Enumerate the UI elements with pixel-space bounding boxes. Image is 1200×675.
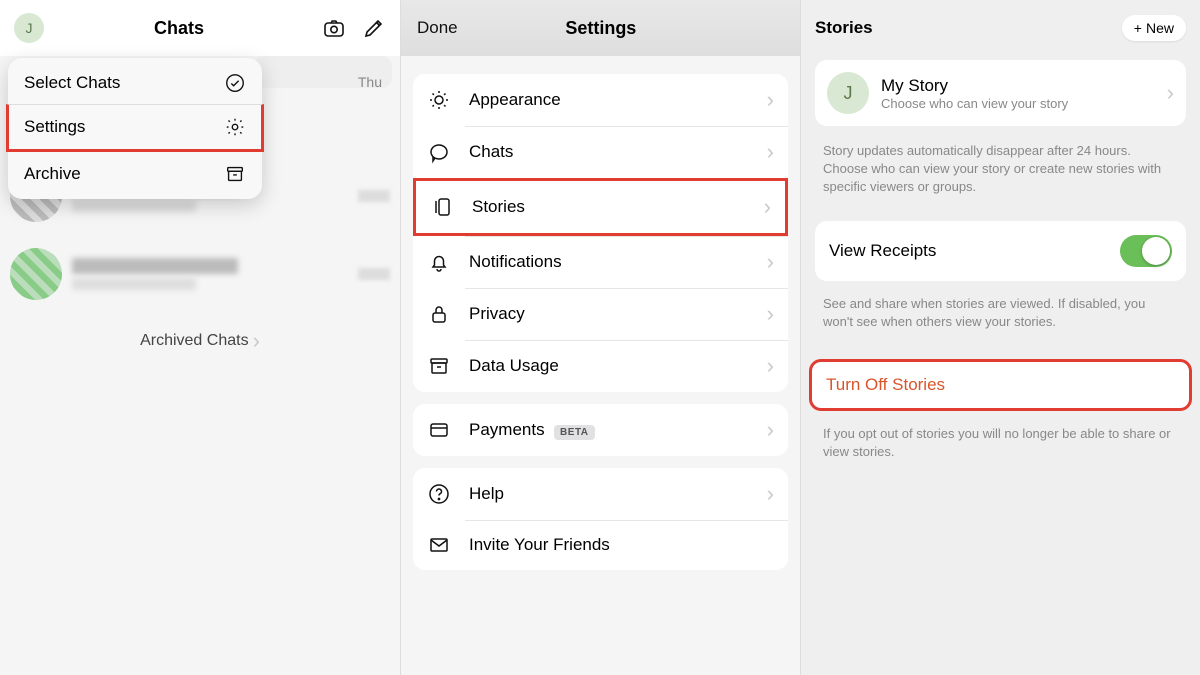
gear-icon [224, 116, 246, 138]
chats-header: J Chats [0, 0, 400, 56]
chats-pane: J Chats Select Chats Settings Archive [0, 0, 400, 675]
camera-icon[interactable] [322, 16, 346, 40]
row-appearance[interactable]: Appearance › [413, 74, 788, 126]
row-label: Invite Your Friends [469, 535, 774, 555]
settings-pane: Done Settings Appearance › Chats › Stori… [400, 0, 800, 675]
archive-icon [427, 354, 451, 378]
my-story-sub: Choose who can view your story [881, 96, 1155, 111]
stories-icon [430, 195, 454, 219]
chevron-right-icon: › [1167, 80, 1174, 106]
turn-off-label: Turn Off Stories [826, 375, 1175, 395]
stories-title: Stories [815, 18, 873, 38]
chat-preview-blurred [72, 278, 196, 290]
row-label: Data Usage [469, 356, 749, 376]
row-chats[interactable]: Chats › [413, 126, 788, 178]
view-receipts-row: View Receipts [815, 221, 1186, 281]
my-story-row[interactable]: J My Story Choose who can view your stor… [815, 60, 1186, 126]
chevron-right-icon: › [253, 328, 260, 354]
stories-settings-pane: Stories + New J My Story Choose who can … [800, 0, 1200, 675]
new-label: New [1146, 20, 1174, 36]
row-notifications[interactable]: Notifications › [413, 236, 788, 288]
chat-time-blurred [358, 268, 390, 280]
row-label: Help [469, 484, 749, 504]
chat-name-blurred [72, 258, 238, 274]
chevron-right-icon: › [767, 249, 774, 275]
settings-header: Done Settings [401, 0, 800, 56]
stories-helper-2: See and share when stories are viewed. I… [801, 289, 1200, 347]
settings-group-1: Appearance › Chats › Stories › Notificat… [413, 74, 788, 392]
menu-label: Settings [24, 117, 85, 137]
row-label: Payments BETA [469, 420, 749, 440]
new-story-button[interactable]: + New [1122, 15, 1186, 41]
chat-time-blurred [358, 190, 390, 202]
mail-icon [427, 533, 451, 557]
row-help[interactable]: Help › [413, 468, 788, 520]
chevron-right-icon: › [767, 481, 774, 507]
view-receipts-label: View Receipts [829, 241, 936, 261]
row-label: Appearance [469, 90, 749, 110]
my-story-avatar: J [827, 72, 869, 114]
chevron-right-icon: › [767, 301, 774, 327]
row-label: Stories [472, 197, 746, 217]
chats-title: Chats [36, 18, 322, 39]
row-invite[interactable]: Invite Your Friends [413, 520, 788, 570]
settings-group-3: Help › Invite Your Friends [413, 468, 788, 570]
menu-archive[interactable]: Archive [8, 150, 262, 197]
menu-select-chats[interactable]: Select Chats [8, 60, 262, 106]
chat-bubble-icon [427, 140, 451, 164]
beta-badge: BETA [554, 425, 594, 440]
chevron-right-icon: › [764, 194, 771, 220]
help-icon [427, 482, 451, 506]
row-payments[interactable]: Payments BETA › [413, 404, 788, 456]
card-icon [427, 418, 451, 442]
stories-helper-3: If you opt out of stories you will no lo… [801, 419, 1200, 477]
archived-label: Archived Chats [140, 332, 249, 350]
sun-icon [427, 88, 451, 112]
chevron-right-icon: › [767, 417, 774, 443]
stories-header: Stories + New [801, 0, 1200, 56]
stories-helper-1: Story updates automatically disappear af… [801, 136, 1200, 213]
my-story-title: My Story [881, 76, 1155, 96]
row-data-usage[interactable]: Data Usage › [413, 340, 788, 392]
chat-time: Thu [358, 74, 382, 90]
chevron-right-icon: › [767, 87, 774, 113]
turn-off-stories-row[interactable]: Turn Off Stories [809, 359, 1192, 411]
bell-icon [427, 250, 451, 274]
menu-label: Select Chats [24, 73, 120, 93]
plus-icon: + [1134, 20, 1142, 36]
chevron-right-icon: › [767, 139, 774, 165]
chat-avatar [10, 248, 62, 300]
archived-chats-link[interactable]: Archived Chats › [0, 306, 400, 376]
chat-row[interactable] [0, 242, 400, 306]
menu-settings[interactable]: Settings [6, 104, 264, 152]
view-receipts-toggle[interactable] [1120, 235, 1172, 267]
compose-icon[interactable] [362, 16, 386, 40]
menu-label: Archive [24, 164, 81, 184]
row-label: Chats [469, 142, 749, 162]
row-label: Notifications [469, 252, 749, 272]
lock-icon [427, 302, 451, 326]
check-circle-icon [224, 72, 246, 94]
archive-icon [224, 163, 246, 185]
chevron-right-icon: › [767, 353, 774, 379]
settings-title: Settings [418, 18, 784, 39]
overflow-menu: Select Chats Settings Archive [8, 58, 262, 199]
row-stories[interactable]: Stories › [413, 178, 788, 236]
settings-group-2: Payments BETA › [413, 404, 788, 456]
chat-preview-blurred [72, 200, 196, 212]
row-label: Privacy [469, 304, 749, 324]
row-privacy[interactable]: Privacy › [413, 288, 788, 340]
